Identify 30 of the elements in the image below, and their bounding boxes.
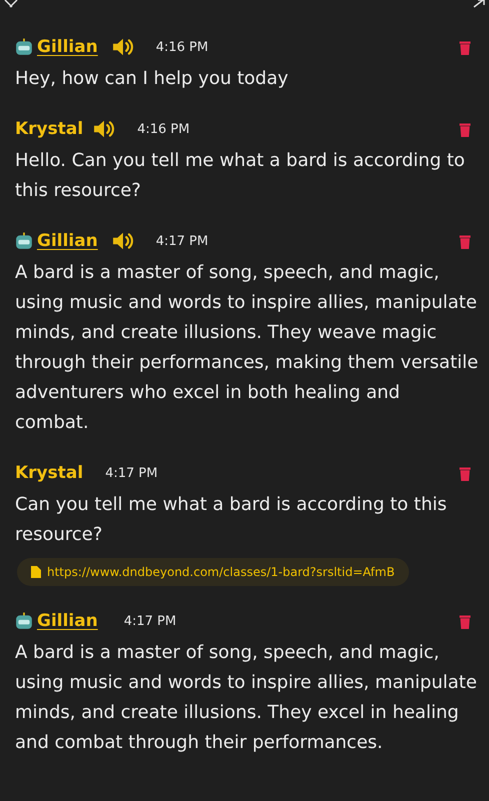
- expand-icon[interactable]: [471, 0, 485, 8]
- author-link[interactable]: Gillian: [37, 231, 102, 251]
- author-link[interactable]: Gillian: [37, 611, 102, 631]
- robot-icon: [15, 232, 33, 250]
- speaker-icon[interactable]: [93, 119, 116, 139]
- message-time: 4:17 PM: [156, 234, 208, 248]
- message-text: Can you tell me what a bard is according to this resource?: [15, 493, 448, 547]
- author-name: Krystal: [15, 463, 84, 483]
- trash-icon[interactable]: [459, 232, 471, 250]
- message-time: 4:17 PM: [124, 614, 176, 628]
- robot-icon: [15, 38, 33, 56]
- robot-icon: [15, 612, 33, 630]
- message-time: 4:17 PM: [105, 466, 158, 480]
- close-icon[interactable]: [4, 0, 18, 8]
- trash-icon[interactable]: [459, 464, 471, 482]
- file-icon: [31, 566, 41, 578]
- author-name: Krystal: [15, 119, 84, 139]
- message-time: 4:16 PM: [137, 122, 190, 136]
- message-text: A bard is a master of song, speech, and magic, using music and words to inspire allies, manipulate minds, and create illusions. They excel in healing and combat through their performances.: [15, 641, 478, 755]
- message-text: A bard is a master of song, speech, and magic, using music and words to inspire allies, manipulate minds, and create illusions. They weave magic through their performances, making them versatile adventurers who excel in both healing and combat.: [15, 261, 479, 435]
- message-text: Hey, how can I help you today: [15, 67, 290, 91]
- speaker-icon[interactable]: [112, 37, 134, 57]
- trash-icon[interactable]: [459, 38, 471, 56]
- speaker-icon[interactable]: [112, 231, 134, 251]
- message-time: 4:16 PM: [156, 40, 208, 54]
- author-link[interactable]: Gillian: [37, 37, 102, 57]
- attachment-link[interactable]: https://www.dndbeyond.com/classes/1-bard?srsltid=AfmB: [17, 558, 409, 586]
- message-text: Hello. Can you tell me what a bard is according to this resource?: [15, 149, 466, 203]
- trash-icon[interactable]: [459, 120, 471, 138]
- trash-icon[interactable]: [459, 612, 471, 630]
